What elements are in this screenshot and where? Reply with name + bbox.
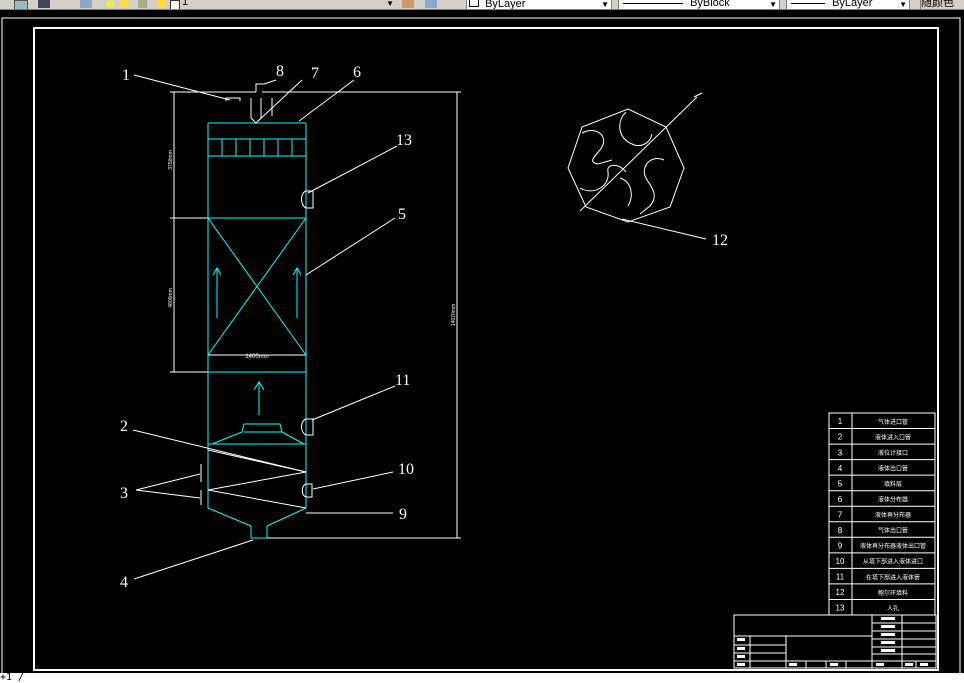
callout-2: 2 xyxy=(120,418,128,435)
legend-row-number: 1 xyxy=(838,417,843,426)
callout-12: 12 xyxy=(712,232,728,249)
color-combo[interactable]: ByLayer ▼ xyxy=(466,0,612,10)
chevron-down-icon[interactable]: ▼ xyxy=(769,0,777,9)
chevron-down-icon[interactable]: ▼ xyxy=(601,0,609,9)
lineweight-combo-value: ByLayer xyxy=(832,0,873,9)
legend-row-text: 气体进口管 xyxy=(878,418,908,426)
drawing-canvas[interactable]: 3750mm 4800mm 14070mm 1400mm 1 2 3 4 5 6… xyxy=(0,10,964,673)
callout-8: 8 xyxy=(276,63,284,80)
chevron-down-icon[interactable]: ▼ xyxy=(899,0,907,9)
sun-icon[interactable] xyxy=(120,0,129,8)
legend-rows: 1 气体进口管 2 液体进入口管 3 液位计接口 4 液体出口管 5 填料层 6 液体分布器 7 液体再分… xyxy=(829,417,935,613)
leader-lines xyxy=(132,74,707,580)
legend-row-number: 2 xyxy=(838,433,843,442)
pall-ring-detail xyxy=(567,92,703,223)
command-line[interactable]: +1 / xyxy=(0,673,964,683)
legend-row-number: 12 xyxy=(836,588,845,597)
layers-stack-icon[interactable] xyxy=(80,0,92,8)
dim-total-label: 14070mm xyxy=(451,304,457,326)
plot-style-combo-value: 随颜色 xyxy=(921,0,954,9)
layer-combo[interactable]: 1 ▼ xyxy=(182,0,396,9)
callout-9: 9 xyxy=(399,506,407,523)
packed-column xyxy=(207,122,307,539)
drawing-frame xyxy=(33,27,939,671)
lock-icon[interactable] xyxy=(138,0,147,8)
chevron-down-icon[interactable]: ▼ xyxy=(386,0,394,9)
flow-arrows xyxy=(212,266,302,415)
callout-4: 4 xyxy=(120,574,128,591)
legend-row-text: 从塔下部进入液体进口 xyxy=(863,558,923,566)
toolbar: 1 ▼ ByLayer ▼ ByBlock ▼ ByLayer ▼ 随颜色 xyxy=(0,0,964,10)
legend-row-text: 液体进入口管 xyxy=(875,433,911,441)
title-block-stamps xyxy=(737,617,928,666)
legend-row-number: 13 xyxy=(836,604,845,613)
layer-state-icon[interactable] xyxy=(38,0,50,8)
linetype-combo-value: ByBlock xyxy=(690,0,730,9)
callout-3: 3 xyxy=(120,485,128,502)
legend-row-number: 5 xyxy=(838,479,843,488)
callout-labels: 1 2 3 4 5 6 7 8 9 10 11 12 13 xyxy=(120,63,728,591)
legend-row-text: 液体分布器 xyxy=(878,496,908,504)
dim-packing-label: 4800mm xyxy=(168,288,174,307)
dim-upper-label: 3750mm xyxy=(168,150,174,169)
legend-row-number: 3 xyxy=(838,448,843,457)
linetype-sample xyxy=(623,2,683,4)
bulb-icon[interactable] xyxy=(106,0,114,8)
legend-row-text: 液位计接口 xyxy=(878,449,908,457)
side-nozzles xyxy=(301,190,314,498)
legend-row-text: 在塔下部进入液体管 xyxy=(866,573,920,581)
callout-11: 11 xyxy=(395,372,410,389)
legend-row-number: 6 xyxy=(838,495,843,504)
callout-5: 5 xyxy=(398,206,406,223)
linetype-combo[interactable]: ByBlock ▼ xyxy=(618,0,780,9)
legend-row-text: 填料层 xyxy=(884,480,902,488)
legend-row-text: 液体出口管 xyxy=(878,464,908,472)
lineweight-sample xyxy=(791,2,825,4)
legend-row-number: 9 xyxy=(838,541,843,550)
callout-10: 10 xyxy=(398,461,414,478)
callout-7: 7 xyxy=(311,65,319,82)
legend-row-number: 7 xyxy=(838,510,843,519)
color-swatch-icon[interactable] xyxy=(158,0,166,8)
dimension-lines xyxy=(170,91,461,539)
legend-row-text: 液体再分布器 xyxy=(875,511,911,519)
title-block xyxy=(733,614,937,669)
legend-row-number: 8 xyxy=(838,526,843,535)
color-swatch xyxy=(469,0,479,7)
legend-row-text: 液体再分布器液体出口管 xyxy=(860,542,926,550)
lineweight-combo[interactable]: ByLayer ▼ xyxy=(786,0,910,9)
callout-13: 13 xyxy=(396,132,412,149)
layer-manager-icon[interactable] xyxy=(14,0,28,9)
layer-combo-value: 1 xyxy=(182,0,189,8)
color-combo-value: ByLayer xyxy=(485,0,526,10)
legend-row-text: 人孔 xyxy=(887,604,899,612)
callout-1: 1 xyxy=(122,67,130,84)
legend-row-number: 11 xyxy=(836,573,845,582)
white-swatch-icon[interactable] xyxy=(170,0,180,9)
dim-width-label: 1400mm xyxy=(245,354,268,360)
legend-row-text: 鲍尔环填料 xyxy=(878,589,908,597)
legend-row-number: 10 xyxy=(836,557,845,566)
plot-style-combo[interactable]: 随颜色 xyxy=(920,0,964,9)
legend-row-text: 气体出口管 xyxy=(878,527,908,535)
legend-row-number: 4 xyxy=(838,464,843,473)
callout-6: 6 xyxy=(353,64,361,81)
make-current-layer-icon[interactable] xyxy=(402,0,414,8)
layer-previous-icon[interactable] xyxy=(425,0,437,8)
